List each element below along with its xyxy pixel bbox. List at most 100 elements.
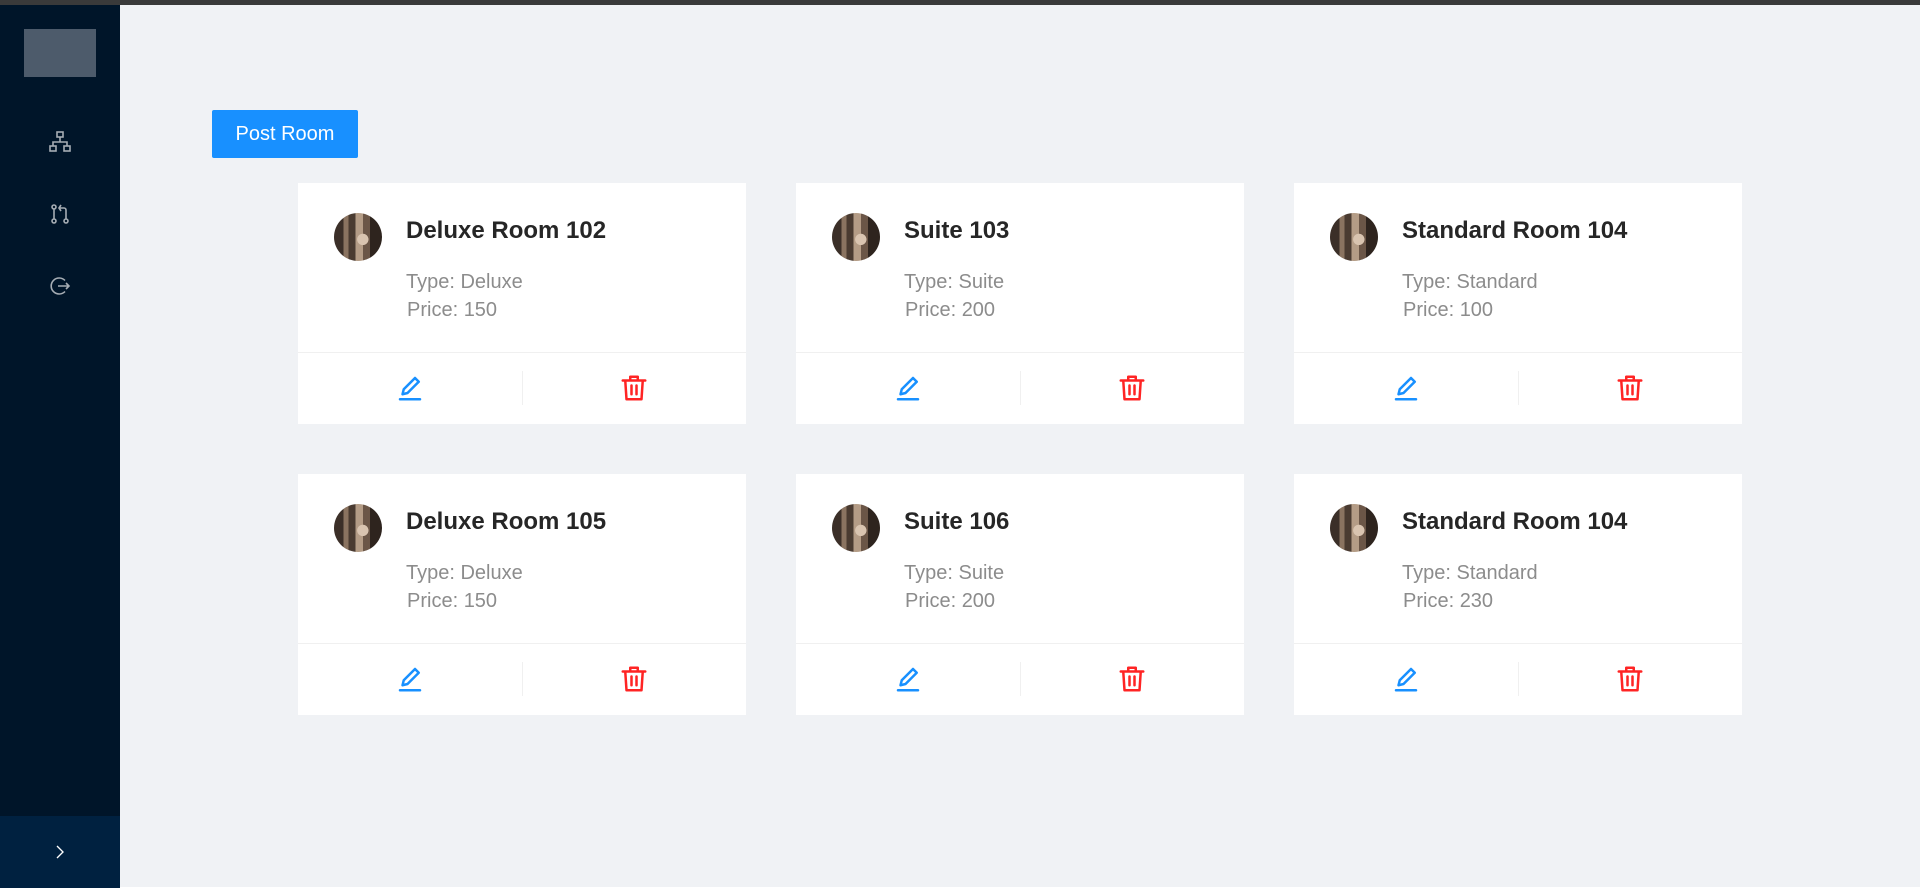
room-price-line: Price: 230 bbox=[1402, 587, 1538, 615]
room-type: Suite bbox=[958, 562, 1005, 584]
room-price: 100 bbox=[1459, 299, 1494, 321]
sidebar-item-pull-request[interactable] bbox=[0, 178, 120, 250]
room-type-line: Type: Standard bbox=[1402, 268, 1538, 296]
room-title: Standard Room 104 bbox=[1402, 217, 1628, 244]
room-card: Standard Room 104 Type: Standard Price: … bbox=[1294, 183, 1742, 424]
room-price: 200 bbox=[961, 299, 996, 321]
room-card-actions bbox=[796, 353, 1244, 423]
room-card-body: Suite 106 Type: Suite Price: 200 bbox=[796, 474, 1244, 644]
room-type-line: Type: Deluxe bbox=[406, 268, 523, 296]
delete-room-button[interactable] bbox=[521, 371, 747, 405]
room-description: Type: Suite Price: 200 bbox=[904, 268, 1004, 324]
room-price-line: Price: 150 bbox=[406, 587, 523, 615]
price-label: Price: bbox=[1403, 590, 1460, 612]
room-price: 230 bbox=[1459, 590, 1494, 612]
room-type: Deluxe bbox=[460, 562, 523, 584]
price-label: Price: bbox=[905, 590, 962, 612]
room-type-line: Type: Suite bbox=[904, 268, 1004, 296]
room-grid: Deluxe Room 102 Type: Deluxe Price: 150 … bbox=[298, 183, 1742, 715]
price-label: Price: bbox=[407, 590, 464, 612]
room-type: Standard bbox=[1456, 271, 1538, 293]
edit-room-button[interactable] bbox=[1294, 353, 1518, 423]
room-title: Standard Room 104 bbox=[1402, 508, 1628, 535]
edit-room-button[interactable] bbox=[298, 353, 522, 423]
edit-room-button[interactable] bbox=[1294, 644, 1518, 714]
edit-room-button[interactable] bbox=[796, 644, 1020, 714]
delete-icon bbox=[1119, 375, 1145, 401]
chevron-right-icon bbox=[56, 845, 64, 859]
sidebar-item-cluster[interactable] bbox=[0, 106, 120, 178]
delete-icon bbox=[1617, 375, 1643, 401]
room-card-actions bbox=[1294, 353, 1742, 423]
delete-room-button[interactable] bbox=[1019, 662, 1245, 696]
delete-room-button[interactable] bbox=[521, 662, 747, 696]
cluster-icon bbox=[49, 131, 71, 152]
room-avatar bbox=[334, 213, 382, 261]
room-card: Deluxe Room 105 Type: Deluxe Price: 150 bbox=[298, 474, 746, 715]
delete-icon bbox=[1119, 666, 1145, 692]
pull-request-icon bbox=[51, 204, 69, 224]
edit-icon bbox=[896, 667, 919, 692]
room-card: Deluxe Room 102 Type: Deluxe Price: 150 bbox=[298, 183, 746, 424]
room-avatar bbox=[832, 504, 880, 552]
edit-icon bbox=[1394, 667, 1417, 692]
room-card-body: Standard Room 104 Type: Standard Price: … bbox=[1294, 183, 1742, 353]
room-price: 200 bbox=[961, 590, 996, 612]
room-card: Suite 106 Type: Suite Price: 200 bbox=[796, 474, 1244, 715]
room-description: Type: Suite Price: 200 bbox=[904, 559, 1004, 615]
delete-room-button[interactable] bbox=[1517, 371, 1743, 405]
delete-icon bbox=[621, 375, 647, 401]
room-price: 150 bbox=[463, 590, 498, 612]
edit-icon bbox=[398, 376, 421, 401]
room-avatar bbox=[1330, 504, 1378, 552]
room-title: Deluxe Room 102 bbox=[406, 217, 607, 244]
delete-icon bbox=[621, 666, 647, 692]
price-label: Price: bbox=[407, 299, 464, 321]
delete-icon bbox=[1617, 666, 1643, 692]
room-card-body: Suite 103 Type: Suite Price: 200 bbox=[796, 183, 1244, 353]
room-type: Standard bbox=[1456, 562, 1538, 584]
delete-room-button[interactable] bbox=[1019, 371, 1245, 405]
sidebar bbox=[0, 5, 120, 888]
room-card: Suite 103 Type: Suite Price: 200 bbox=[796, 183, 1244, 424]
room-title: Suite 106 bbox=[904, 508, 1010, 535]
edit-room-button[interactable] bbox=[298, 644, 522, 714]
room-avatar bbox=[832, 213, 880, 261]
room-price-line: Price: 200 bbox=[904, 587, 1004, 615]
room-description: Type: Deluxe Price: 150 bbox=[406, 268, 523, 324]
room-card-actions bbox=[796, 644, 1244, 714]
main-content: Post Room Deluxe Room 102 Type: Deluxe P… bbox=[120, 5, 1920, 887]
logo bbox=[24, 29, 96, 77]
logout-icon bbox=[50, 277, 71, 295]
room-title: Deluxe Room 105 bbox=[406, 508, 607, 535]
sidebar-menu bbox=[0, 106, 120, 322]
edit-room-button[interactable] bbox=[796, 353, 1020, 423]
room-description: Type: Deluxe Price: 150 bbox=[406, 559, 523, 615]
room-price-line: Price: 200 bbox=[904, 296, 1004, 324]
room-card-actions bbox=[1294, 644, 1742, 714]
sidebar-collapse-trigger[interactable] bbox=[0, 816, 120, 888]
type-label: Type: bbox=[406, 562, 461, 584]
room-card: Standard Room 104 Type: Standard Price: … bbox=[1294, 474, 1742, 715]
price-label: Price: bbox=[1403, 299, 1460, 321]
room-title: Suite 103 bbox=[904, 217, 1010, 244]
type-label: Type: bbox=[1402, 562, 1457, 584]
room-type-line: Type: Standard bbox=[1402, 559, 1538, 587]
sidebar-item-logout[interactable] bbox=[0, 250, 120, 322]
room-card-body: Deluxe Room 102 Type: Deluxe Price: 150 bbox=[298, 183, 746, 353]
room-avatar bbox=[1330, 213, 1378, 261]
edit-icon bbox=[1394, 376, 1417, 401]
room-type-line: Type: Suite bbox=[904, 559, 1004, 587]
room-description: Type: Standard Price: 100 bbox=[1402, 268, 1538, 324]
type-label: Type: bbox=[406, 271, 461, 293]
post-room-button[interactable]: Post Room bbox=[212, 110, 358, 158]
type-label: Type: bbox=[904, 271, 959, 293]
type-label: Type: bbox=[1402, 271, 1457, 293]
type-label: Type: bbox=[904, 562, 959, 584]
delete-room-button[interactable] bbox=[1517, 662, 1743, 696]
room-type: Suite bbox=[958, 271, 1005, 293]
room-type: Deluxe bbox=[460, 271, 523, 293]
room-avatar bbox=[334, 504, 382, 552]
room-price: 150 bbox=[463, 299, 498, 321]
room-description: Type: Standard Price: 230 bbox=[1402, 559, 1538, 615]
